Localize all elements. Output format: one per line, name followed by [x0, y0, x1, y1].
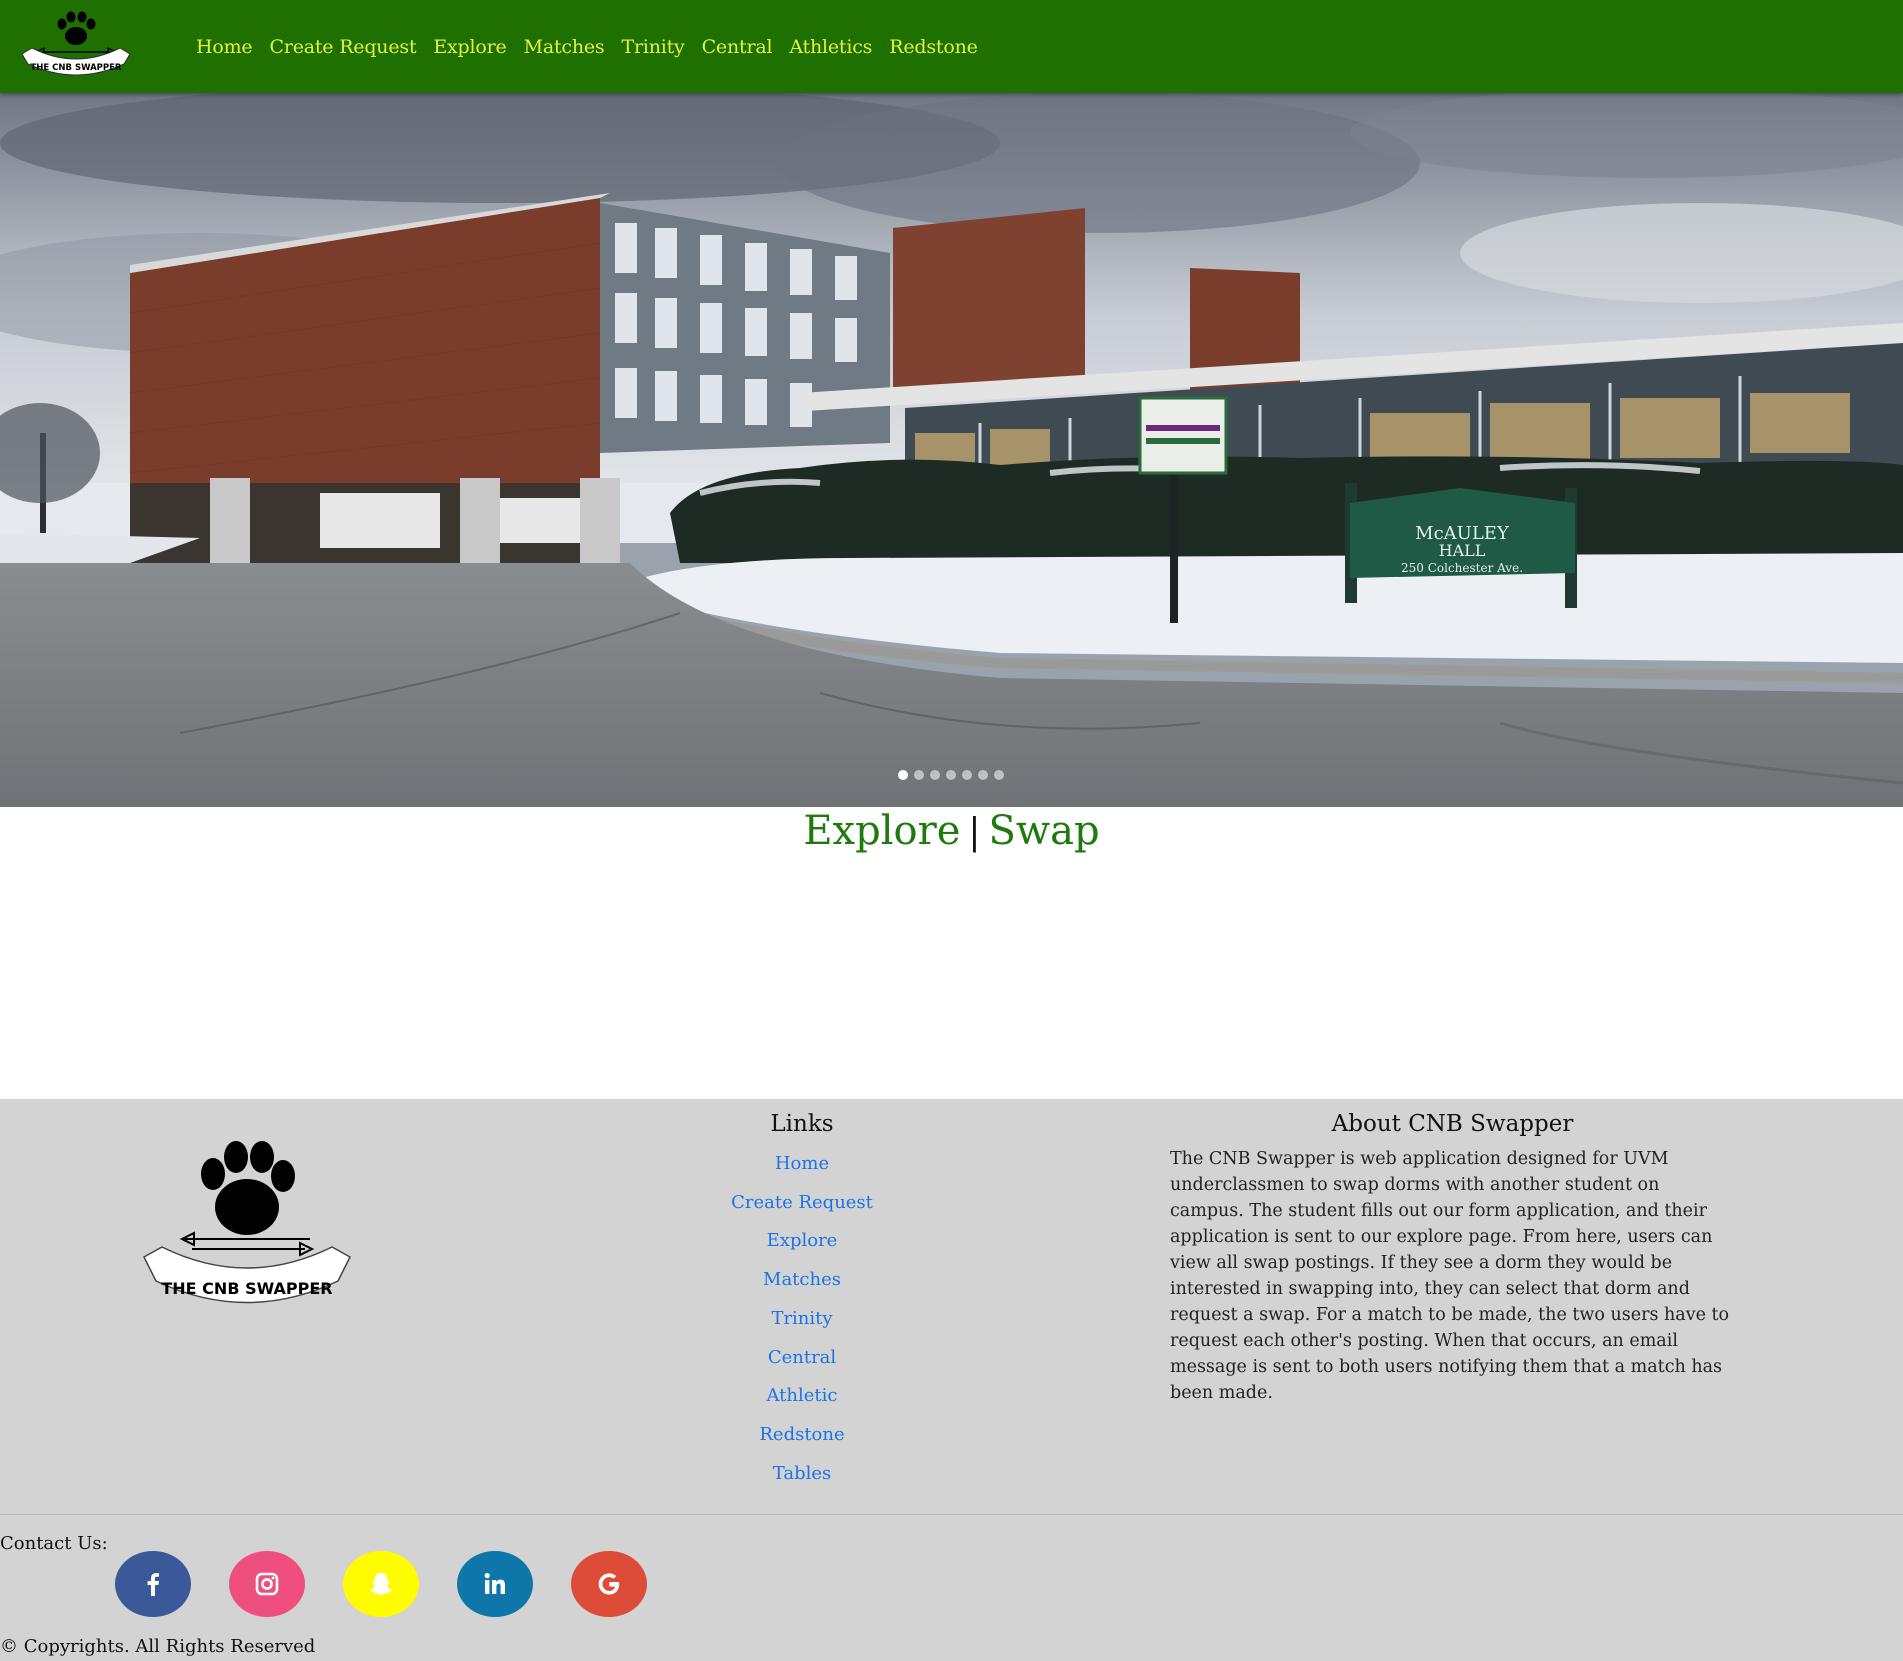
footer: THE CNB SWAPPER Links Home Create Reques… — [0, 1099, 1903, 1661]
nav-trinity-link[interactable]: Trinity — [621, 36, 684, 58]
swap-heading-link[interactable]: Swap — [989, 808, 1100, 854]
google-button[interactable] — [571, 1551, 647, 1617]
footer-logo: THE CNB SWAPPER — [140, 1139, 355, 1324]
footer-matches-link[interactable]: Matches — [702, 1261, 902, 1300]
footer-trinity-link[interactable]: Trinity — [702, 1300, 902, 1339]
hero-carousel[interactable]: McAULEY HALL 250 Colchester Ave. — [0, 93, 1903, 807]
footer-athletic-link[interactable]: Athletic — [702, 1377, 902, 1416]
footer-links-list: Home Create Request Explore Matches Trin… — [702, 1145, 902, 1493]
footer-redstone-link[interactable]: Redstone — [702, 1416, 902, 1455]
carousel-dot[interactable] — [994, 770, 1004, 780]
footer-central-link[interactable]: Central — [702, 1339, 902, 1378]
hall-sign-line2: HALL — [1439, 541, 1486, 560]
google-icon — [598, 1573, 620, 1595]
carousel-indicators — [898, 770, 1004, 780]
instagram-icon — [255, 1572, 279, 1596]
footer-links-column: Links Home Create Request Explore Matche… — [702, 1099, 902, 1493]
linkedin-icon — [484, 1573, 505, 1594]
top-navbar: THE CNB SWAPPER Home Create Request Expl… — [0, 0, 1903, 93]
footer-explore-link[interactable]: Explore — [702, 1222, 902, 1261]
links-title: Links — [770, 1111, 834, 1137]
nav-create-request-link[interactable]: Create Request — [269, 36, 416, 58]
copyright-text: © Copyrights. All Rights Reserved — [0, 1636, 316, 1657]
footer-divider — [0, 1514, 1903, 1515]
carousel-dot[interactable] — [962, 770, 972, 780]
nav-central-link[interactable]: Central — [702, 36, 773, 58]
footer-logo-text: THE CNB SWAPPER — [161, 1279, 332, 1298]
facebook-icon — [147, 1573, 159, 1596]
linkedin-button[interactable] — [457, 1551, 533, 1617]
hero-image: McAULEY HALL 250 Colchester Ave. — [0, 93, 1903, 807]
instagram-button[interactable] — [229, 1551, 305, 1617]
headline-separator: | — [968, 812, 981, 853]
footer-create-request-link[interactable]: Create Request — [702, 1184, 902, 1223]
snapchat-button[interactable] — [343, 1551, 419, 1617]
nav-logo-text: THE CNB SWAPPER — [31, 63, 122, 73]
nav-links: Home Create Request Explore Matches Trin… — [196, 36, 978, 58]
footer-tables-link[interactable]: Tables — [702, 1455, 902, 1494]
hall-sign-line3: 250 Colchester Ave. — [1401, 561, 1523, 575]
nav-home-link[interactable]: Home — [196, 36, 253, 58]
headline: Explore | Swap — [0, 808, 1903, 854]
carousel-dot[interactable] — [930, 770, 940, 780]
about-text: The CNB Swapper is web application desig… — [1170, 1149, 1730, 1403]
about-title: About CNB Swapper — [1331, 1111, 1574, 1137]
facebook-button[interactable] — [115, 1551, 191, 1617]
carousel-dot[interactable] — [946, 770, 956, 780]
footer-home-link[interactable]: Home — [702, 1145, 902, 1184]
carousel-dot[interactable] — [978, 770, 988, 780]
explore-heading-link[interactable]: Explore — [803, 808, 960, 854]
nav-athletics-link[interactable]: Athletics — [789, 36, 872, 58]
contact-label: Contact Us: — [0, 1533, 108, 1554]
social-links — [115, 1551, 647, 1617]
about-column: About CNB Swapper The CNB Swapper is web… — [1170, 1099, 1735, 1406]
snapchat-icon — [370, 1573, 392, 1595]
nav-matches-link[interactable]: Matches — [524, 36, 605, 58]
nav-explore-link[interactable]: Explore — [433, 36, 506, 58]
carousel-dot[interactable] — [898, 770, 908, 780]
carousel-dot[interactable] — [914, 770, 924, 780]
site-logo[interactable]: THE CNB SWAPPER — [16, 8, 136, 84]
nav-redstone-link[interactable]: Redstone — [889, 36, 978, 58]
